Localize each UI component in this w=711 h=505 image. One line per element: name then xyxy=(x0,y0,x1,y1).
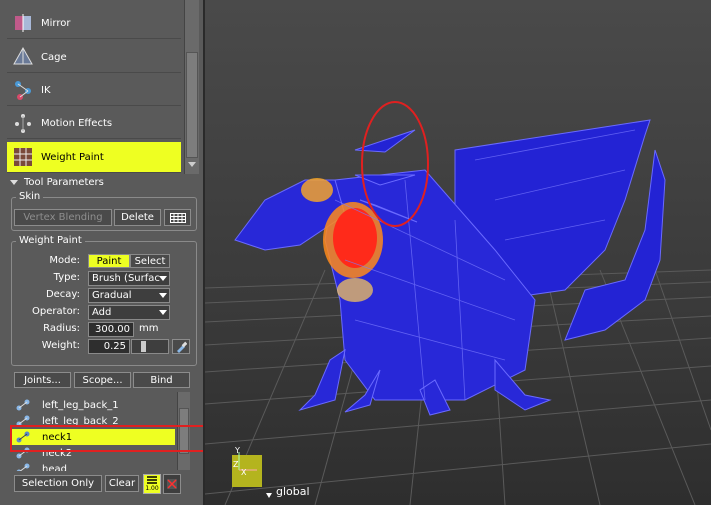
motion-effects-icon xyxy=(11,111,35,135)
joint-label: left_leg_back_1 xyxy=(42,399,119,411)
tool-item-mirror[interactable]: Mirror xyxy=(7,8,181,39)
decay-value: Gradual xyxy=(92,290,132,301)
radius-label: Radius: xyxy=(43,323,80,334)
axis-x-label: X xyxy=(241,468,247,477)
tool-label: Motion Effects xyxy=(41,117,113,129)
axis-y-label: Y xyxy=(235,446,240,455)
zero-weight-button[interactable] xyxy=(163,474,181,494)
bind-button[interactable]: Bind xyxy=(133,372,190,388)
weight-paint-icon xyxy=(11,145,35,169)
type-dropdown[interactable]: Brush (Surfac xyxy=(88,271,170,286)
weight-slider-thumb[interactable] xyxy=(140,341,146,352)
scroll-thumb[interactable] xyxy=(186,52,198,158)
weight-field[interactable]: 0.25 xyxy=(88,339,130,354)
tool-parameters-title: Tool Parameters xyxy=(24,177,104,188)
tool-label: IK xyxy=(41,84,51,96)
left-panel: Mirror Cage IK Motion Effects Weight Pai… xyxy=(0,0,205,505)
tool-item-motion-effects[interactable]: Motion Effects xyxy=(7,108,181,139)
skin-title: Skin xyxy=(16,191,44,202)
tool-item-weight-paint[interactable]: Weight Paint xyxy=(7,142,181,173)
coord-mode-label[interactable]: global xyxy=(276,485,310,498)
joint-item-head[interactable]: head xyxy=(12,461,175,471)
joint-item-left-leg-back-1[interactable]: left_leg_back_1 xyxy=(12,397,175,413)
decay-dropdown[interactable]: Gradual xyxy=(88,288,170,303)
mode-label: Mode: xyxy=(49,255,80,266)
clear-button[interactable]: Clear xyxy=(105,475,139,492)
mirror-icon xyxy=(11,11,35,35)
joints-button[interactable]: Joints... xyxy=(14,372,71,388)
set-weight-value: 1.00 xyxy=(145,485,159,492)
axis-gizmo xyxy=(232,452,262,487)
type-value: Brush (Surfac xyxy=(92,273,160,284)
zero-weight-icon xyxy=(167,479,177,489)
tool-list-scrollbar[interactable] xyxy=(184,0,199,174)
vertex-blending-button[interactable]: Vertex Blending xyxy=(14,209,112,226)
delete-button[interactable]: Delete xyxy=(114,209,161,226)
weight-bars-icon xyxy=(147,476,157,484)
weight-label: Weight: xyxy=(41,340,80,351)
dragon-model xyxy=(234,119,666,416)
3d-viewport[interactable]: Y Z X global xyxy=(205,0,711,505)
set-weight-button[interactable]: 1.00 xyxy=(143,474,161,494)
operator-dropdown[interactable]: Add xyxy=(88,305,170,320)
joint-label: head xyxy=(42,463,67,472)
selection-annotation-box xyxy=(10,425,203,452)
eyedropper-button[interactable] xyxy=(172,339,190,354)
radius-unit: mm xyxy=(139,323,159,334)
tool-label: Cage xyxy=(41,51,67,63)
collapse-icon[interactable] xyxy=(10,180,18,185)
dropdown-arrow-icon xyxy=(159,293,167,298)
dropdown-arrow-icon xyxy=(159,310,167,315)
weight-paint-title: Weight Paint xyxy=(16,235,85,246)
tool-list: Mirror Cage IK Motion Effects Weight Pai… xyxy=(7,0,181,174)
decay-label: Decay: xyxy=(45,289,80,300)
tool-label: Mirror xyxy=(41,17,71,29)
axis-z-label: Z xyxy=(233,460,239,469)
mode-select-button[interactable]: Select xyxy=(130,254,170,268)
viewport-scene xyxy=(205,101,711,505)
joint-icon xyxy=(16,463,30,471)
cage-icon xyxy=(11,45,35,69)
tool-item-cage[interactable]: Cage xyxy=(7,42,181,73)
coord-mode-dropdown-icon[interactable] xyxy=(266,493,272,498)
tool-label: Weight Paint xyxy=(41,151,104,163)
scroll-down-icon[interactable] xyxy=(188,162,196,167)
joint-icon xyxy=(16,399,30,411)
operator-value: Add xyxy=(92,307,112,318)
grid-table-button[interactable] xyxy=(164,209,191,226)
dropdown-arrow-icon xyxy=(159,276,167,281)
radius-field[interactable]: 300.00 xyxy=(88,322,134,337)
table-icon xyxy=(169,212,186,223)
scope-button[interactable]: Scope... xyxy=(74,372,131,388)
weight-slider[interactable] xyxy=(131,339,169,354)
ik-icon xyxy=(11,78,35,102)
eyedropper-icon xyxy=(177,341,187,353)
selection-only-button[interactable]: Selection Only xyxy=(14,475,102,492)
type-label: Type: xyxy=(53,272,80,283)
mode-paint-button[interactable]: Paint xyxy=(88,254,130,268)
operator-label: Operator: xyxy=(32,306,80,317)
tool-item-ik[interactable]: IK xyxy=(7,75,181,106)
